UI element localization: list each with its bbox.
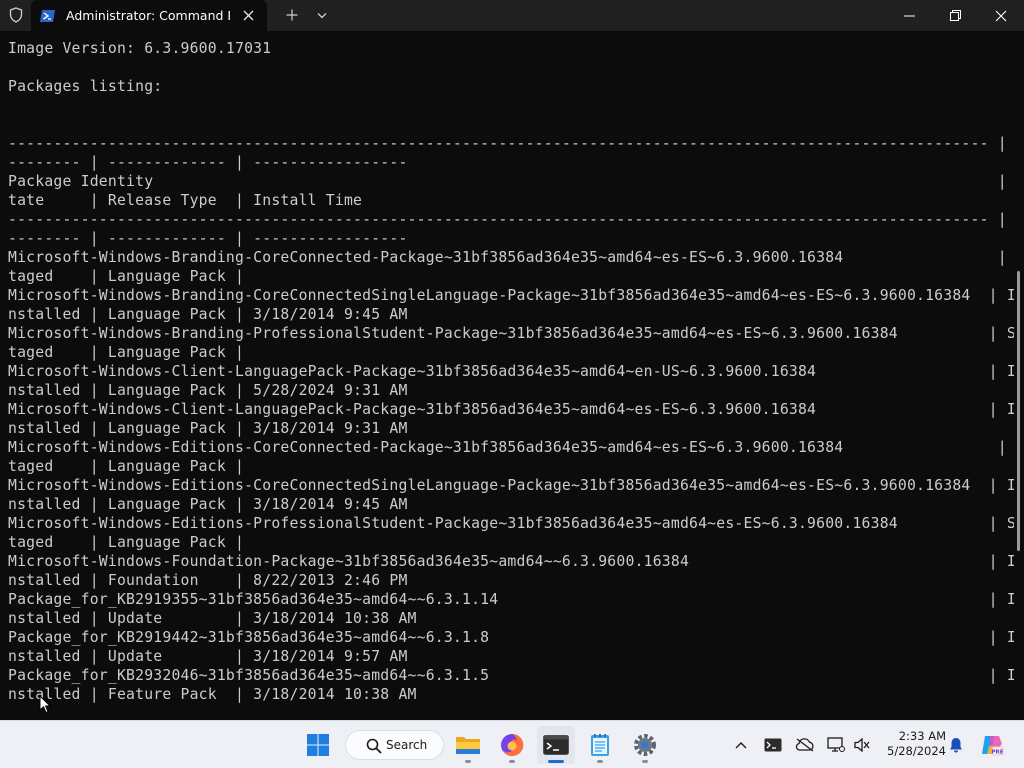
terminal-line: Microsoft-Windows-Editions-CoreConnected… [8,439,1014,456]
terminal-line: nstalled | Language Pack | 3/18/2014 9:3… [8,420,408,437]
mouse-pointer-icon [39,694,52,714]
svg-text:PRE: PRE [991,749,1003,755]
display-icon[interactable] [826,735,846,755]
powershell-icon [40,8,56,22]
terminal-line: Microsoft-Windows-Client-LanguagePack-Pa… [8,401,1014,418]
running-indicator [597,760,603,763]
firefox-icon[interactable] [493,726,531,764]
terminal-line: taged | Language Pack | [8,344,245,361]
shield-icon[interactable] [6,5,26,25]
terminal-line: nstalled | Language Pack | 5/28/2024 9:3… [8,382,408,399]
terminal-line: Package_for_KB2919442~31bf3856ad364e35~a… [8,629,1014,646]
terminal-line: -------- | ------------- | -------------… [8,154,408,171]
taskbar-search[interactable]: Search [345,730,444,760]
speaker-icon[interactable] [852,735,872,755]
new-tab-plus-icon[interactable] [281,6,303,24]
clock[interactable]: 2:33 AM 5/28/2024 [880,729,946,759]
terminal-line: Packages listing: [8,78,163,95]
restore-icon[interactable] [932,0,978,31]
terminal-line: nstalled | Language Pack | 3/18/2014 9:4… [8,496,408,513]
chevron-down-icon[interactable] [312,6,332,24]
running-indicator [465,760,471,763]
terminal-line: nstalled | Language Pack | 3/18/2014 9:4… [8,306,408,323]
terminal-line: Package Identity | S [8,173,1014,190]
terminal-line: nstalled | Update | 3/18/2014 10:38 AM [8,610,417,627]
terminal-line: taged | Language Pack | [8,268,245,285]
running-indicator [548,760,564,763]
running-indicator [642,760,648,763]
terminal-line: nstalled | Foundation | 8/22/2013 2:46 P… [8,572,408,589]
taskbar: Search 2:33 AM 5/28/2024 PRE [0,720,1024,768]
terminal-line: tate | Release Type | Install Time [8,192,363,209]
terminal-line: taged | Language Pack | [8,534,245,551]
chevron-up-icon[interactable] [731,735,751,755]
terminal-icon[interactable] [537,726,575,764]
terminal-line: -------- | ------------- | -------------… [8,230,408,247]
clock-time: 2:33 AM [898,729,946,743]
minimize-icon[interactable] [886,0,932,31]
vertical-scrollbar[interactable] [1014,31,1024,720]
copilot-icon[interactable]: PRE [980,733,1004,757]
terminal-tray-icon[interactable] [763,735,783,755]
terminal-line: Image Version: 6.3.9600.17031 [8,40,272,57]
clock-date: 5/28/2024 [887,744,946,758]
search-icon [366,738,382,754]
terminal-line: taged | Language Pack | [8,458,245,475]
terminal-line: Microsoft-Windows-Branding-CoreConnected… [8,287,1014,304]
terminal-line: Microsoft-Windows-Client-LanguagePack-Pa… [8,363,1014,380]
tab-title: Administrator: Command Pro [66,8,230,23]
file-explorer-icon[interactable] [449,726,487,764]
search-label: Search [386,738,428,752]
notepad-icon[interactable] [581,726,619,764]
terminal-output[interactable]: Image Version: 6.3.9600.17031 Packages li… [0,31,1014,720]
cloud-off-icon[interactable] [795,735,815,755]
notifications-bell-icon[interactable] [946,735,966,755]
terminal-line: nstalled | Update | 3/18/2014 9:57 AM [8,648,408,665]
terminal-line: Package_for_KB2932046~31bf3856ad364e35~a… [8,667,1014,684]
terminal-line: Microsoft-Windows-Branding-ProfessionalS… [8,325,1014,342]
title-bar: Administrator: Command Pro [0,0,1024,31]
running-indicator [509,760,515,763]
terminal-line: ----------------------------------------… [8,135,1014,152]
terminal-line: nstalled | Feature Pack | 3/18/2014 10:3… [8,686,417,703]
terminal-line: Microsoft-Windows-Branding-CoreConnected… [8,249,1014,266]
windows-start-icon[interactable] [299,726,337,764]
terminal-line: Microsoft-Windows-Foundation-Package~31b… [8,553,1014,570]
terminal-line: ----------------------------------------… [8,211,1014,228]
tab-command-prompt[interactable]: Administrator: Command Pro [31,0,267,31]
settings-icon[interactable] [626,726,664,764]
terminal-line: Microsoft-Windows-Editions-ProfessionalS… [8,515,1014,532]
terminal-line: Microsoft-Windows-Editions-CoreConnected… [8,477,1014,494]
scrollbar-thumb[interactable] [1017,271,1020,551]
terminal-line: Package_for_KB2919355~31bf3856ad364e35~a… [8,591,1014,608]
close-tab-icon[interactable] [239,6,257,24]
close-window-icon[interactable] [978,0,1024,31]
